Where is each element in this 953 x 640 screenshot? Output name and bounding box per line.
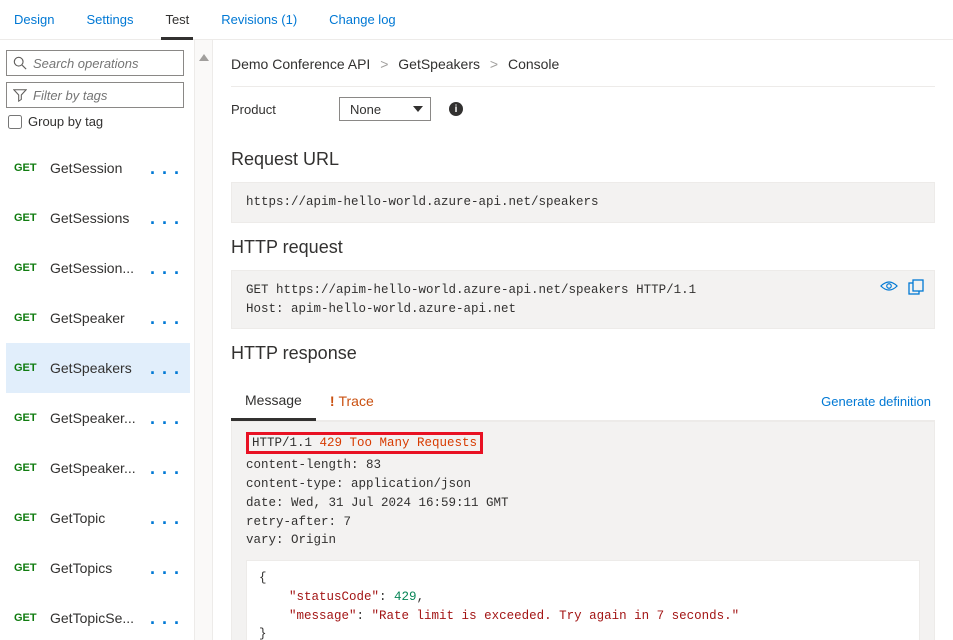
tab-trace[interactable]: !Trace (316, 383, 388, 419)
operation-item[interactable]: GETGetSpeaker. . . (6, 293, 190, 343)
operation-item[interactable]: GETGetSpeaker.... . . (6, 443, 190, 493)
tab-settings[interactable]: Settings (82, 8, 137, 39)
search-operations-input[interactable] (6, 50, 184, 76)
operation-method: GET (14, 312, 50, 324)
operation-menu-button[interactable]: . . . (144, 208, 186, 229)
operation-menu-button[interactable]: . . . (144, 458, 186, 479)
breadcrumb-page: Console (508, 56, 559, 72)
operation-menu-button[interactable]: . . . (144, 608, 186, 629)
operation-method: GET (14, 212, 50, 224)
reveal-icon[interactable] (880, 279, 898, 293)
breadcrumb: Demo Conference API > GetSpeakers > Cons… (231, 56, 935, 72)
breadcrumb-op[interactable]: GetSpeakers (398, 56, 480, 72)
operation-name: GetSpeaker... (50, 460, 144, 476)
operation-menu-button[interactable]: . . . (144, 408, 186, 429)
product-row: Product None i (231, 86, 935, 135)
operation-method: GET (14, 162, 50, 174)
operation-item[interactable]: GETGetTopicSe.... . . (6, 593, 190, 640)
operation-item[interactable]: GETGetSpeaker.... . . (6, 393, 190, 443)
filter-tags-input[interactable] (6, 82, 184, 108)
operation-menu-button[interactable]: . . . (144, 308, 186, 329)
operation-method: GET (14, 412, 50, 424)
operations-sidebar: Group by tag GETGetSession. . .GETGetSes… (0, 40, 195, 640)
operation-menu-button[interactable]: . . . (144, 258, 186, 279)
response-tabs: Message !Trace Generate definition (231, 382, 935, 421)
section-http-response: HTTP response (231, 343, 935, 364)
operation-name: GetTopicSe... (50, 610, 144, 626)
tab-revisions[interactable]: Revisions (1) (217, 8, 301, 39)
status-line-highlight: HTTP/1.1 429 Too Many Requests (246, 432, 483, 454)
filter-tags-field[interactable] (33, 88, 177, 103)
product-value: None (350, 102, 381, 117)
tab-design[interactable]: Design (10, 8, 58, 39)
product-label: Product (231, 102, 321, 117)
section-http-request: HTTP request (231, 237, 935, 258)
warning-icon: ! (330, 393, 335, 409)
info-icon[interactable]: i (449, 102, 463, 116)
operation-method: GET (14, 612, 50, 624)
operation-method: GET (14, 262, 50, 274)
operation-item[interactable]: GETGetTopics. . . (6, 543, 190, 593)
generate-definition-link[interactable]: Generate definition (817, 384, 935, 419)
operation-name: GetSession... (50, 260, 144, 276)
search-operations-field[interactable] (33, 56, 177, 71)
section-request-url: Request URL (231, 149, 935, 170)
collapse-icon[interactable] (198, 52, 210, 62)
operation-method: GET (14, 362, 50, 374)
operation-name: GetSpeakers (50, 360, 144, 376)
operation-menu-button[interactable]: . . . (144, 358, 186, 379)
group-by-tag-label: Group by tag (28, 114, 103, 129)
operation-method: GET (14, 512, 50, 524)
operation-name: GetTopics (50, 560, 144, 576)
filter-icon (13, 88, 27, 102)
search-icon (13, 56, 27, 70)
product-dropdown[interactable]: None (339, 97, 431, 121)
response-headers: content-length: 83 content-type: applica… (246, 456, 920, 550)
console-pane: Demo Conference API > GetSpeakers > Cons… (213, 40, 953, 640)
tab-changelog[interactable]: Change log (325, 8, 400, 39)
operation-item[interactable]: GETGetSession. . . (6, 143, 190, 193)
operation-name: GetSpeaker... (50, 410, 144, 426)
tab-test[interactable]: Test (161, 8, 193, 40)
response-body: HTTP/1.1 429 Too Many Requests content-l… (231, 421, 935, 640)
group-by-tag-checkbox[interactable]: Group by tag (8, 114, 190, 129)
status-code: 429 Too Many Requests (320, 436, 478, 450)
pane-splitter[interactable] (195, 40, 213, 640)
operation-name: GetTopic (50, 510, 144, 526)
operation-name: GetSessions (50, 210, 144, 226)
operation-menu-button[interactable]: . . . (144, 508, 186, 529)
breadcrumb-api[interactable]: Demo Conference API (231, 56, 370, 72)
http-request-block: GET https://apim-hello-world.azure-api.n… (231, 270, 935, 330)
status-protocol: HTTP/1.1 (252, 436, 312, 450)
top-tabs: Design Settings Test Revisions (1) Chang… (0, 0, 953, 40)
operation-menu-button[interactable]: . . . (144, 158, 186, 179)
operation-name: GetSession (50, 160, 144, 176)
operation-method: GET (14, 462, 50, 474)
request-url-block: https://apim-hello-world.azure-api.net/s… (231, 182, 935, 223)
operation-method: GET (14, 562, 50, 574)
tab-message[interactable]: Message (231, 382, 316, 421)
operation-menu-button[interactable]: . . . (144, 558, 186, 579)
response-json: { "statusCode": 429, "message": "Rate li… (246, 560, 920, 640)
group-by-tag-input[interactable] (8, 115, 22, 129)
copy-icon[interactable] (908, 279, 924, 295)
operation-name: GetSpeaker (50, 310, 144, 326)
chevron-down-icon (412, 103, 424, 115)
operation-item[interactable]: GETGetSpeakers. . . (6, 343, 190, 393)
operation-item[interactable]: GETGetTopic. . . (6, 493, 190, 543)
operation-item[interactable]: GETGetSession.... . . (6, 243, 190, 293)
operation-item[interactable]: GETGetSessions. . . (6, 193, 190, 243)
